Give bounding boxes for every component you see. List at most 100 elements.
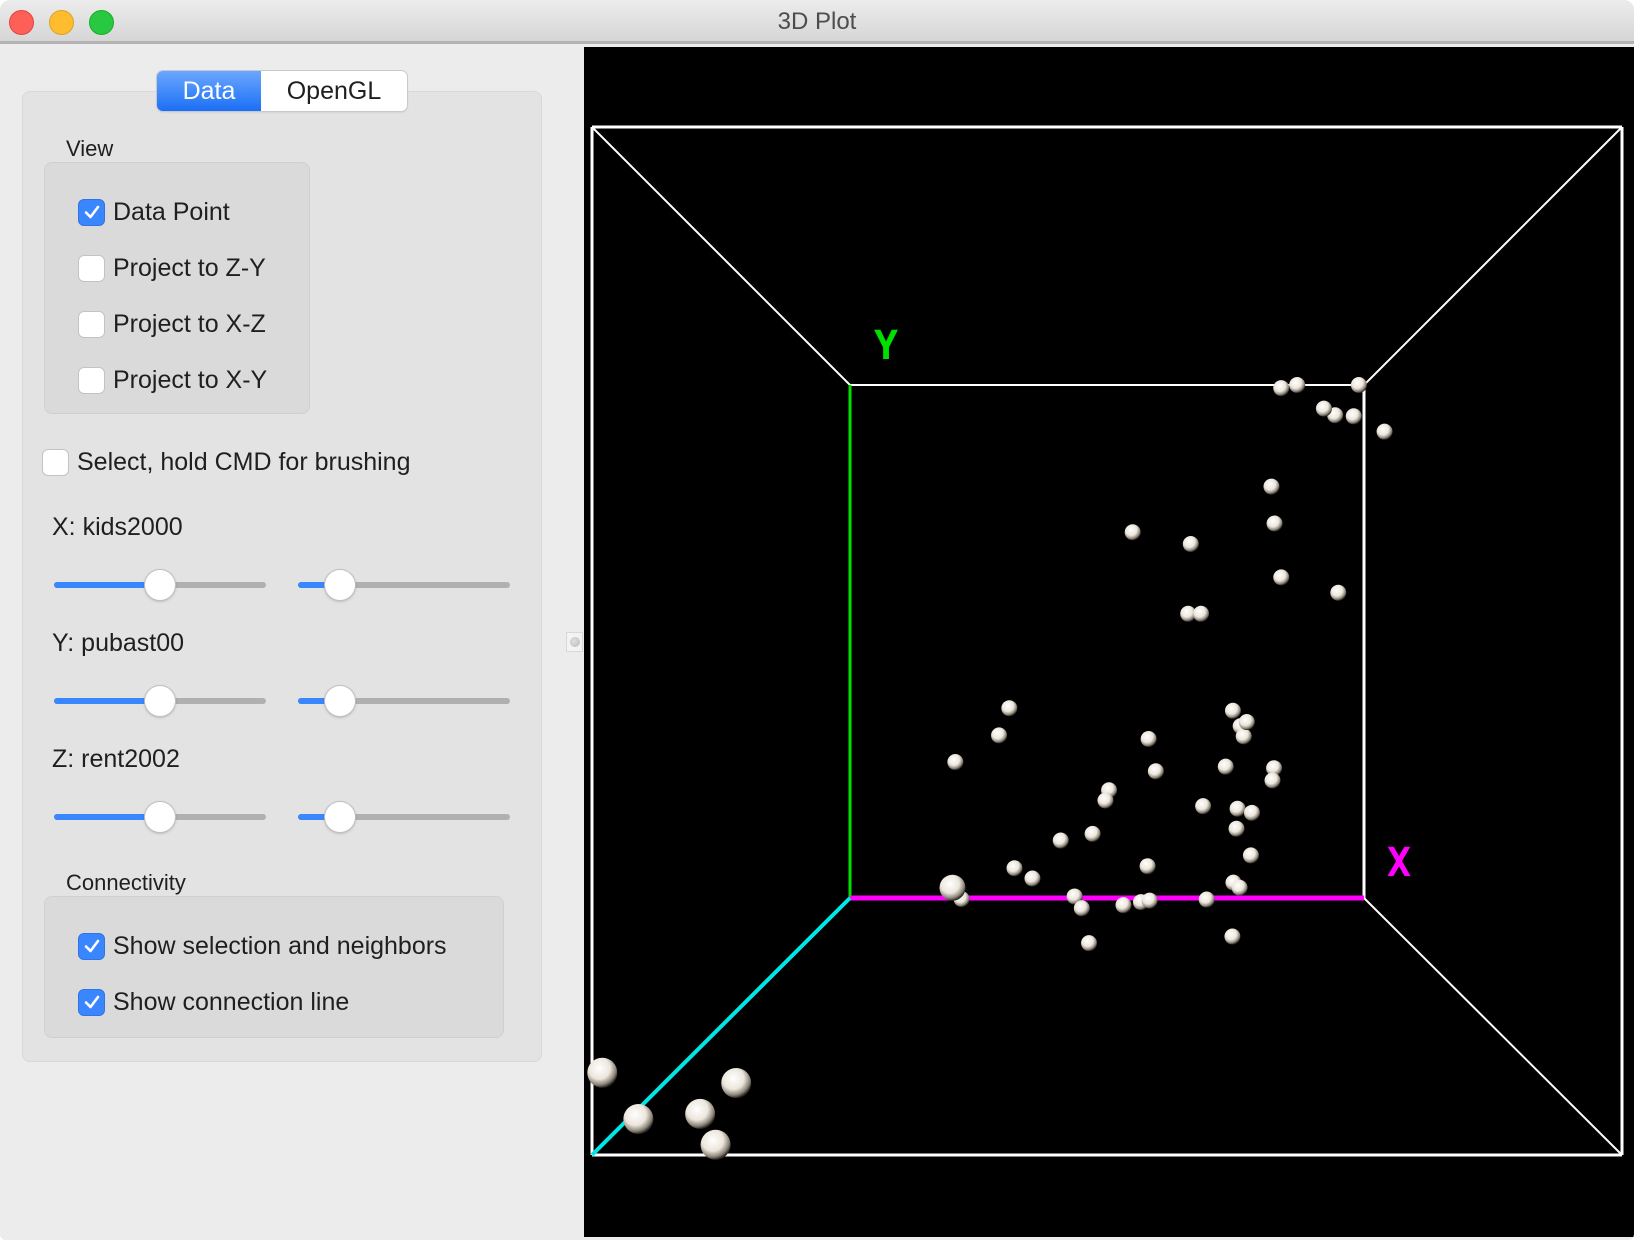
y-axis-slider-2[interactable]	[298, 686, 510, 716]
slider-thumb[interactable]	[325, 570, 356, 600]
data-point[interactable]	[1124, 524, 1141, 541]
data-point[interactable]	[1193, 605, 1210, 622]
checkbox-label: Project to X-Y	[113, 365, 268, 394]
data-point[interactable]	[1139, 858, 1156, 875]
x-axis-slider-2[interactable]	[298, 570, 510, 600]
y-axis-slider-1[interactable]	[54, 686, 266, 716]
connectivity-group-label: Connectivity	[66, 870, 186, 895]
data-point-near[interactable]	[685, 1098, 716, 1129]
title-bar[interactable]: 3D Plot	[0, 0, 1634, 44]
data-point-near[interactable]	[939, 874, 966, 901]
slider-thumb[interactable]	[145, 686, 175, 716]
checkbox-checked-icon[interactable]	[78, 988, 105, 1016]
checkbox-project-xz[interactable]: Project to X-Z	[78, 309, 266, 339]
data-point[interactable]	[1217, 758, 1234, 775]
opengl-3d-view[interactable]: YX	[584, 47, 1634, 1237]
control-panel: Data OpenGL View Data Point Project to Z…	[0, 47, 581, 1240]
z-axis-slider-1[interactable]	[54, 802, 266, 832]
checkbox-data-point[interactable]: Data Point	[78, 197, 230, 227]
data-point-near[interactable]	[700, 1129, 731, 1160]
data-point[interactable]	[1182, 536, 1199, 553]
checkbox-label: Project to X-Z	[113, 309, 266, 338]
data-point[interactable]	[1264, 772, 1281, 789]
tab-opengl[interactable]: OpenGL	[261, 71, 407, 111]
slider-thumb[interactable]	[145, 802, 175, 832]
plot-canvas[interactable]: YX	[584, 47, 1634, 1237]
data-point[interactable]	[1001, 700, 1018, 717]
y-axis-variable-label: Y: pubast00	[52, 629, 185, 657]
data-point[interactable]	[1243, 804, 1260, 821]
app-window: 3D Plot Data OpenGL View Data Point Proj…	[0, 0, 1634, 1240]
data-point[interactable]	[1140, 730, 1157, 747]
splitter-handle[interactable]	[566, 632, 583, 652]
checkbox-select-brushing[interactable]: Select, hold CMD for brushing	[42, 447, 410, 477]
data-point[interactable]	[1235, 728, 1252, 745]
window-title: 3D Plot	[777, 8, 857, 35]
data-point[interactable]	[1224, 928, 1241, 945]
checkbox-project-zy[interactable]: Project to Z-Y	[78, 253, 266, 283]
x-axis-slider-1[interactable]	[54, 570, 266, 600]
checkbox-unchecked-icon[interactable]	[78, 254, 105, 282]
data-point[interactable]	[1224, 702, 1241, 719]
data-point-near[interactable]	[587, 1057, 618, 1088]
data-point[interactable]	[947, 754, 964, 771]
data-point[interactable]	[1229, 800, 1246, 817]
data-point[interactable]	[1198, 891, 1215, 908]
data-point[interactable]	[1376, 423, 1393, 440]
x-axis-label: X	[1387, 840, 1411, 886]
data-point[interactable]	[1238, 714, 1255, 731]
data-point[interactable]	[1273, 569, 1290, 586]
data-point[interactable]	[1273, 380, 1290, 397]
data-point[interactable]	[1052, 832, 1069, 849]
checkbox-checked-icon[interactable]	[78, 932, 105, 960]
checkbox-unchecked-icon[interactable]	[42, 448, 69, 476]
data-point[interactable]	[1345, 408, 1362, 425]
checkbox-label: Data Point	[113, 197, 230, 226]
data-point[interactable]	[1084, 825, 1101, 842]
checkbox-label: Select, hold CMD for brushing	[77, 447, 411, 476]
data-point-near[interactable]	[721, 1068, 752, 1099]
data-point[interactable]	[1266, 515, 1283, 532]
slider-thumb[interactable]	[325, 686, 356, 716]
checkbox-show-selection-neighbors[interactable]: Show selection and neighbors	[78, 931, 447, 961]
data-point[interactable]	[1350, 377, 1367, 393]
checkbox-label: Show connection line	[113, 987, 350, 1016]
data-point[interactable]	[1195, 798, 1212, 815]
data-point[interactable]	[1315, 400, 1332, 417]
checkbox-checked-icon[interactable]	[78, 198, 105, 226]
data-point[interactable]	[1081, 935, 1098, 952]
checkbox-project-xy[interactable]: Project to X-Y	[78, 365, 267, 395]
tab-bar: Data OpenGL	[157, 71, 407, 111]
checkbox-unchecked-icon[interactable]	[78, 366, 105, 394]
box-edge-diagonal-top-left	[591, 126, 851, 386]
z-axis-variable-label: Z: rent2002	[52, 745, 180, 773]
slider-thumb[interactable]	[145, 570, 175, 600]
data-point[interactable]	[1228, 820, 1245, 837]
z-axis-slider-2[interactable]	[298, 802, 510, 832]
data-point[interactable]	[1330, 584, 1347, 601]
data-point[interactable]	[1097, 792, 1114, 809]
data-point[interactable]	[1231, 879, 1248, 896]
box-edge-diagonal-bottom-right	[1363, 897, 1623, 1156]
checkbox-unchecked-icon[interactable]	[78, 310, 105, 338]
tab-data[interactable]: Data	[157, 71, 261, 111]
view-group-label: View	[66, 136, 114, 161]
checkbox-show-connection-line[interactable]: Show connection line	[78, 987, 349, 1017]
data-point[interactable]	[1073, 900, 1090, 917]
box-edge-diagonal-top-right	[1363, 126, 1623, 386]
data-point-near[interactable]	[623, 1104, 654, 1135]
data-point[interactable]	[1115, 897, 1132, 914]
data-point[interactable]	[1289, 377, 1306, 393]
checkbox-label: Project to Z-Y	[113, 253, 266, 282]
data-point[interactable]	[1141, 892, 1158, 909]
data-point[interactable]	[1024, 870, 1041, 887]
data-point[interactable]	[1147, 763, 1164, 780]
x-axis-variable-label: X: kids2000	[52, 513, 183, 541]
y-axis-label: Y	[874, 323, 898, 369]
data-point[interactable]	[1006, 860, 1023, 877]
checkbox-label: Show selection and neighbors	[113, 931, 447, 960]
data-point[interactable]	[1242, 847, 1259, 864]
data-point[interactable]	[1263, 478, 1280, 495]
slider-thumb[interactable]	[325, 802, 356, 832]
data-point[interactable]	[991, 727, 1008, 744]
